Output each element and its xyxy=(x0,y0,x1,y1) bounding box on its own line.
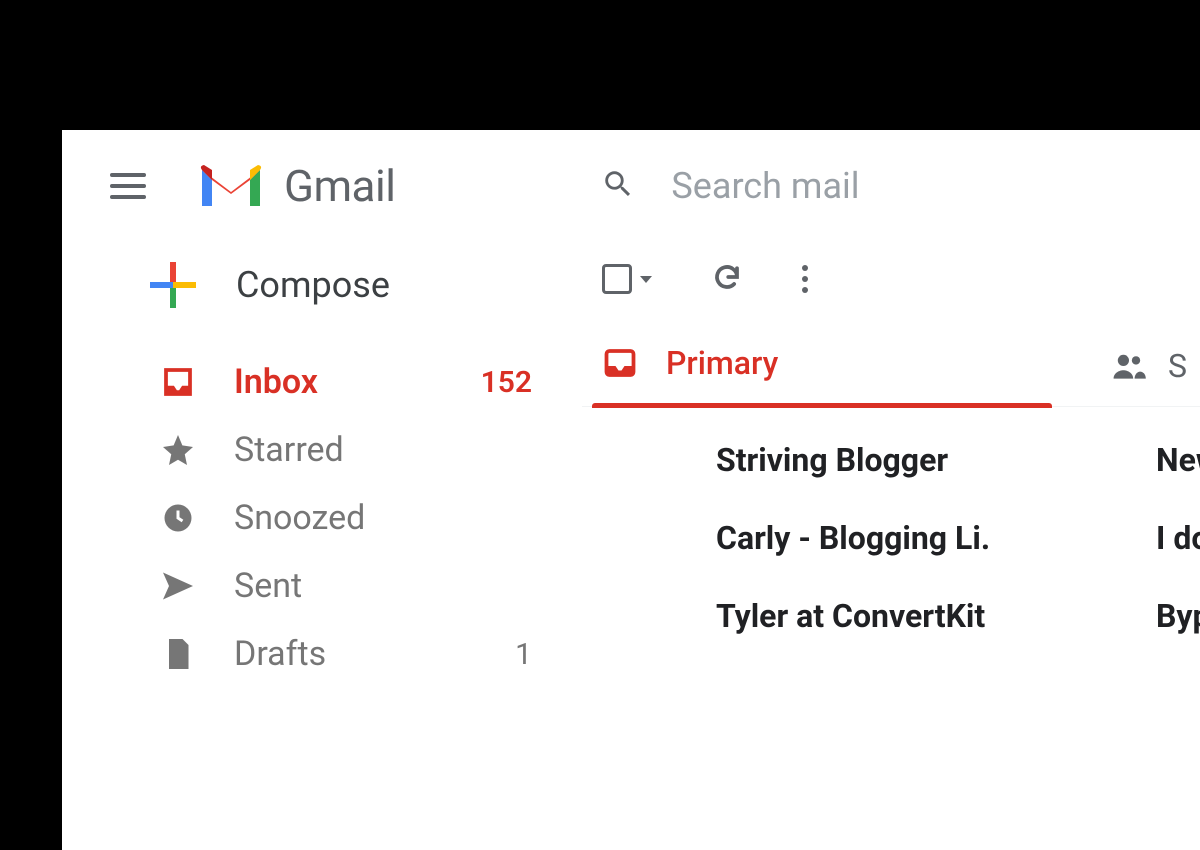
people-icon xyxy=(1112,352,1146,380)
search-bar[interactable]: Search mail xyxy=(601,165,859,207)
nav-label: Inbox xyxy=(234,362,445,402)
toolbar xyxy=(582,252,1200,326)
nav-label: Sent xyxy=(234,566,542,606)
email-subject: I don t xyxy=(1156,519,1200,557)
tab-primary[interactable]: Primary xyxy=(592,326,1052,406)
tab-label: Primary xyxy=(666,344,778,382)
file-icon xyxy=(158,634,198,674)
caret-down-icon xyxy=(640,276,652,283)
inbox-icon xyxy=(602,345,638,381)
sidebar-item-snoozed[interactable]: Snoozed xyxy=(82,484,582,552)
sidebar-item-sent[interactable]: Sent xyxy=(82,552,582,620)
email-sender: Carly - Blogging Li. xyxy=(716,519,1096,557)
search-icon[interactable] xyxy=(601,167,635,205)
gmail-wordmark: Gmail xyxy=(284,160,395,212)
gmail-logo[interactable]: Gmail xyxy=(196,160,395,212)
nav-label: Drafts xyxy=(234,634,479,674)
sidebar-item-starred[interactable]: Starred xyxy=(82,416,582,484)
main-panel: Primary S Striving Blogger New B Carly -… xyxy=(582,252,1200,688)
star-icon xyxy=(158,430,198,470)
checkbox-icon xyxy=(602,264,632,294)
email-row[interactable]: Striving Blogger New B xyxy=(582,421,1200,499)
email-subject: Bypas xyxy=(1156,597,1200,635)
nav-count: 1 xyxy=(515,637,532,672)
main-menu-icon[interactable] xyxy=(110,164,154,208)
compose-label: Compose xyxy=(236,264,390,306)
email-row[interactable]: Carly - Blogging Li. I don t xyxy=(582,499,1200,577)
gmail-app: Gmail Search mail Compose Inbox 152 xyxy=(62,130,1200,850)
select-all-checkbox[interactable] xyxy=(602,264,652,294)
gmail-m-icon xyxy=(196,160,266,212)
send-icon xyxy=(158,566,198,606)
nav-label: Starred xyxy=(234,430,542,470)
category-tabs: Primary S xyxy=(582,326,1200,407)
tab-label: S xyxy=(1168,347,1187,385)
sidebar: Compose Inbox 152 Starred Snoozed xyxy=(62,252,582,688)
sidebar-item-inbox[interactable]: Inbox 152 xyxy=(82,348,582,416)
email-row[interactable]: Tyler at ConvertKit Bypas xyxy=(582,577,1200,655)
clock-icon xyxy=(158,498,198,538)
plus-icon xyxy=(150,262,196,308)
email-subject: New B xyxy=(1156,441,1200,479)
inbox-icon xyxy=(158,362,198,402)
nav-count: 152 xyxy=(481,365,532,400)
sidebar-item-drafts[interactable]: Drafts 1 xyxy=(82,620,582,688)
email-sender: Striving Blogger xyxy=(716,441,1096,479)
email-sender: Tyler at ConvertKit xyxy=(716,597,1096,635)
nav-label: Snoozed xyxy=(234,498,542,538)
refresh-button[interactable] xyxy=(712,262,742,296)
compose-button[interactable]: Compose xyxy=(82,252,582,348)
more-menu-button[interactable] xyxy=(802,265,808,293)
tab-social[interactable]: S xyxy=(1112,347,1187,385)
search-input[interactable]: Search mail xyxy=(671,165,859,207)
email-list: Striving Blogger New B Carly - Blogging … xyxy=(582,407,1200,655)
app-header: Gmail Search mail xyxy=(62,130,1200,252)
